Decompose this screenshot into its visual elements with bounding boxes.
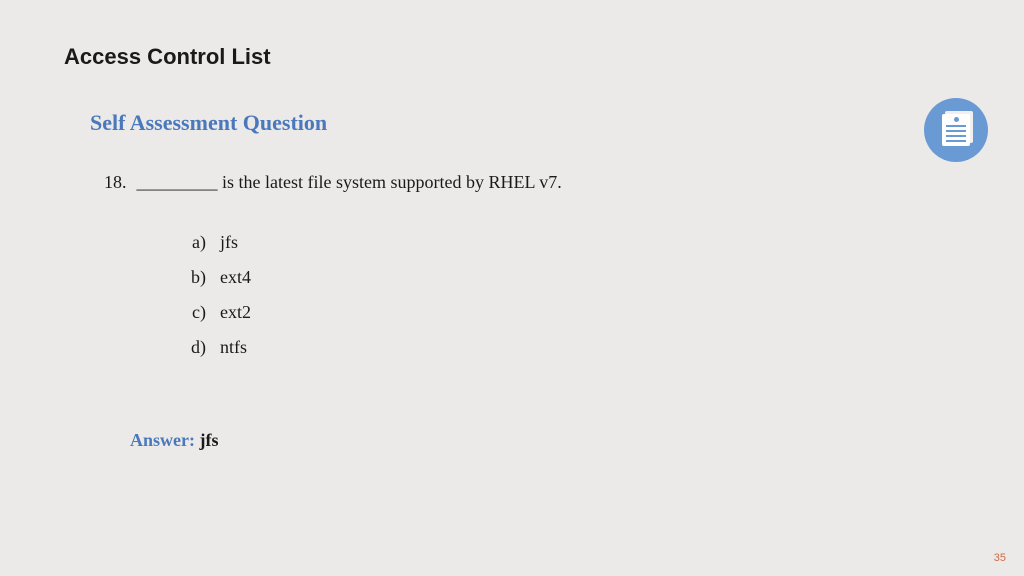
option-letter: b) (186, 267, 220, 288)
page-title: Access Control List (64, 44, 271, 70)
question-body: _________ is the latest file system supp… (137, 172, 562, 193)
option-c: c) ext2 (186, 302, 251, 323)
option-a: a) jfs (186, 232, 251, 253)
page-number: 35 (994, 552, 1006, 564)
option-b: b) ext4 (186, 267, 251, 288)
assessment-badge (924, 98, 988, 162)
document-icon (942, 114, 970, 146)
option-text: ext2 (220, 302, 251, 323)
option-d: d) ntfs (186, 337, 251, 358)
answer-line: Answer: jfs (130, 430, 219, 451)
options-list: a) jfs b) ext4 c) ext2 d) ntfs (186, 232, 251, 372)
question-number: 18. (104, 172, 127, 193)
answer-label: Answer: (130, 430, 200, 450)
section-heading: Self Assessment Question (90, 110, 327, 136)
option-letter: c) (186, 302, 220, 323)
question-text: 18. _________ is the latest file system … (104, 172, 562, 193)
option-text: jfs (220, 232, 238, 253)
answer-value: jfs (200, 430, 219, 450)
option-text: ntfs (220, 337, 247, 358)
option-letter: a) (186, 232, 220, 253)
option-text: ext4 (220, 267, 251, 288)
option-letter: d) (186, 337, 220, 358)
